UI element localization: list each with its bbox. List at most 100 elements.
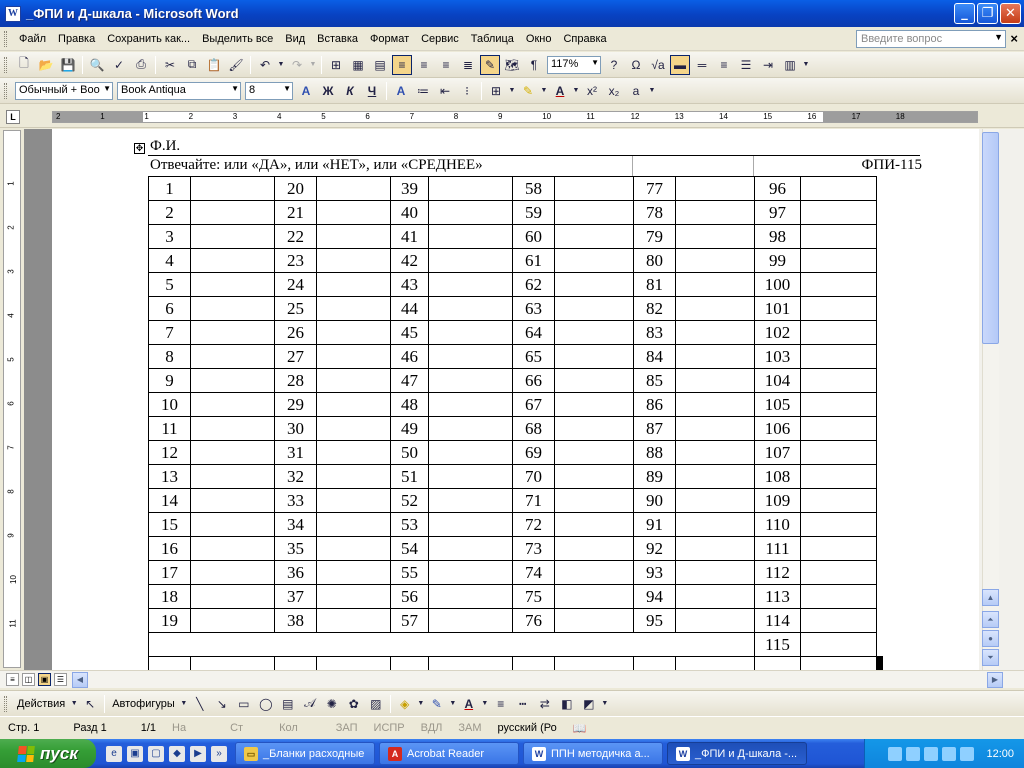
subscript-icon[interactable]: x₂ bbox=[604, 81, 624, 101]
answer-cell[interactable] bbox=[800, 320, 877, 345]
line-tool-icon[interactable]: ╲ bbox=[190, 694, 210, 714]
answer-cell[interactable] bbox=[428, 200, 513, 225]
answer-cell[interactable] bbox=[675, 224, 755, 249]
answer-cell[interactable] bbox=[554, 272, 634, 297]
bold-button[interactable]: Ж bbox=[318, 81, 338, 101]
tray-language-icon[interactable] bbox=[906, 746, 921, 761]
status-language[interactable]: русский (Ро bbox=[490, 722, 565, 734]
answer-cell[interactable] bbox=[675, 584, 755, 609]
indent-icon[interactable]: ⇥ bbox=[758, 55, 778, 75]
answer-cell[interactable] bbox=[800, 272, 877, 297]
status-trk[interactable]: ИСПР bbox=[366, 722, 413, 734]
help-search-input[interactable]: Введите вопрос ▼ bbox=[856, 30, 1006, 48]
font-color-dropdown-icon[interactable]: ▼ bbox=[572, 81, 580, 101]
answer-cell[interactable] bbox=[554, 488, 634, 513]
font-color-a-icon[interactable]: A bbox=[391, 81, 411, 101]
answer-cell[interactable] bbox=[190, 464, 275, 489]
font-size-select[interactable]: 8 ▼ bbox=[245, 81, 293, 100]
score-cell[interactable] bbox=[754, 656, 801, 670]
answer-cell[interactable] bbox=[554, 560, 634, 585]
answer-cell[interactable] bbox=[316, 176, 391, 201]
border-line-icon[interactable]: ▬ bbox=[670, 54, 690, 75]
toolbar-options-icon[interactable]: ▼ bbox=[648, 81, 656, 101]
answer-cell[interactable] bbox=[800, 416, 877, 441]
scroll-up-icon[interactable]: ▲ bbox=[982, 589, 999, 606]
font-color-icon[interactable]: A bbox=[550, 81, 570, 101]
answer-cell[interactable] bbox=[428, 512, 513, 537]
answer-cell[interactable] bbox=[800, 440, 877, 465]
answer-cell[interactable] bbox=[675, 440, 755, 465]
answer-cell[interactable] bbox=[190, 416, 275, 441]
answer-cell[interactable] bbox=[675, 248, 755, 273]
answer-cell[interactable] bbox=[190, 344, 275, 369]
style-select[interactable]: Обычный + Воо ▼ bbox=[15, 81, 113, 100]
answer-cell[interactable] bbox=[316, 512, 391, 537]
menu-file[interactable]: Файл bbox=[13, 33, 52, 45]
status-ext[interactable]: ВДЛ bbox=[413, 722, 451, 734]
answer-cell[interactable] bbox=[428, 464, 513, 489]
numbering-icon[interactable]: ≔ bbox=[413, 81, 433, 101]
document-close-icon[interactable]: × bbox=[1010, 31, 1018, 46]
dash-style-icon[interactable]: ┅ bbox=[513, 694, 533, 714]
tab-selector[interactable]: L bbox=[6, 110, 20, 124]
print-icon[interactable]: ⎙ bbox=[131, 55, 151, 75]
answer-cell[interactable] bbox=[675, 536, 755, 561]
answer-cell[interactable] bbox=[316, 440, 391, 465]
menu-save-as[interactable]: Сохранить как... bbox=[101, 33, 196, 45]
answer-cell[interactable] bbox=[554, 368, 634, 393]
toolbar-grip[interactable] bbox=[4, 56, 7, 73]
answer-cell[interactable] bbox=[800, 392, 877, 417]
actions-menu[interactable]: Действия bbox=[17, 698, 65, 710]
columns-icon[interactable]: ☰ bbox=[736, 55, 756, 75]
answer-cell[interactable] bbox=[800, 608, 877, 633]
answer-cell[interactable] bbox=[554, 296, 634, 321]
answer-cell[interactable] bbox=[800, 200, 877, 225]
answer-cell[interactable] bbox=[675, 392, 755, 417]
answer-cell[interactable] bbox=[554, 176, 634, 201]
answer-cell[interactable] bbox=[316, 224, 391, 249]
answer-cell[interactable] bbox=[554, 392, 634, 417]
answer-cell[interactable] bbox=[316, 296, 391, 321]
score-cell[interactable] bbox=[512, 656, 555, 670]
line-style-draw-icon[interactable]: ≡ bbox=[491, 694, 511, 714]
underline-button[interactable]: Ч bbox=[362, 81, 382, 101]
answer-cell[interactable] bbox=[675, 488, 755, 513]
answer-cell[interactable] bbox=[800, 536, 877, 561]
answer-cell[interactable] bbox=[428, 584, 513, 609]
table-move-handle-icon[interactable]: ✥ bbox=[134, 143, 145, 154]
answer-cell[interactable] bbox=[428, 488, 513, 513]
answer-cell[interactable] bbox=[675, 320, 755, 345]
menu-format[interactable]: Формат bbox=[364, 33, 415, 45]
chevron-down-icon[interactable]: ▼ bbox=[994, 32, 1003, 42]
answer-cell[interactable] bbox=[554, 248, 634, 273]
score-cell[interactable] bbox=[881, 656, 883, 670]
answer-cell[interactable] bbox=[800, 296, 877, 321]
score-cell[interactable] bbox=[428, 656, 513, 670]
answer-cell[interactable] bbox=[190, 368, 275, 393]
answer-cell[interactable] bbox=[428, 248, 513, 273]
answer-cell[interactable] bbox=[800, 224, 877, 249]
answer-cell[interactable] bbox=[190, 176, 275, 201]
answer-cell[interactable] bbox=[428, 224, 513, 249]
spelling-status-icon[interactable]: 📖 bbox=[565, 722, 595, 735]
normal-view-icon[interactable]: ≡ bbox=[6, 673, 19, 686]
score-cell[interactable] bbox=[633, 656, 676, 670]
answer-cell[interactable] bbox=[800, 632, 877, 657]
next-page-icon[interactable]: ⏷ bbox=[982, 649, 999, 666]
textbox-tool-icon[interactable]: ▤ bbox=[278, 694, 298, 714]
answer-cell[interactable] bbox=[800, 344, 877, 369]
tray-keyboard-icon[interactable] bbox=[888, 746, 903, 761]
score-cell[interactable] bbox=[390, 656, 429, 670]
answer-cell[interactable] bbox=[190, 560, 275, 585]
score-cell[interactable] bbox=[316, 656, 391, 670]
answer-cell[interactable] bbox=[316, 608, 391, 633]
answer-cell[interactable] bbox=[800, 248, 877, 273]
task-word-ppn[interactable]: W ППН методичка а... bbox=[523, 742, 663, 765]
format-painter-icon[interactable]: 🖌 bbox=[226, 55, 246, 75]
answer-cell[interactable] bbox=[554, 344, 634, 369]
score-cell[interactable] bbox=[190, 656, 275, 670]
menu-edit[interactable]: Правка bbox=[52, 33, 101, 45]
new-document-icon[interactable]: 🗋 bbox=[14, 55, 34, 75]
answer-cell[interactable] bbox=[675, 200, 755, 225]
answer-cell[interactable] bbox=[190, 248, 275, 273]
